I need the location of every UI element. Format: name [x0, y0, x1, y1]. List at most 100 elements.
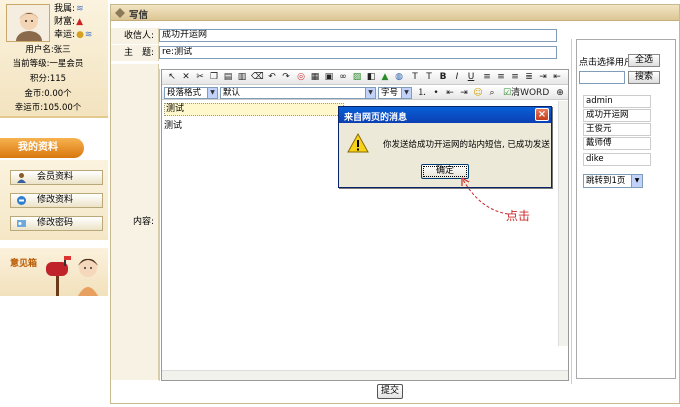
triangle-icon: ▲ [76, 17, 83, 27]
pointer-icon[interactable]: ↖ [166, 71, 178, 83]
cut-icon[interactable]: ✂ [194, 71, 206, 83]
align-left-icon[interactable]: ≡ [481, 71, 493, 83]
align-right-icon[interactable]: ≡ [509, 71, 521, 83]
editor-toolbar-1: ↖ ✕ ✂ ❐ ▤ ▥ ⌫ ↶ ↷ ◎ ▦ ▣ ∞ ▨ ◧ ▲ ◍ T T B … [162, 70, 568, 85]
member-icon [16, 172, 27, 183]
ordered-list-icon[interactable]: ⒈ [416, 87, 428, 99]
edit-profile-label: 修改资料 [37, 195, 74, 205]
unordered-list-icon[interactable]: • [430, 87, 442, 99]
justify-icon[interactable]: ≣ [523, 71, 535, 83]
undo-icon[interactable]: ↶ [266, 71, 278, 83]
subject-label: 主 题: [111, 45, 159, 61]
checkbox-icon: ☑ [503, 88, 512, 98]
form-icon[interactable]: ▣ [323, 71, 335, 83]
select-all-button[interactable]: 全选 [628, 54, 660, 67]
font-color-icon[interactable]: T [409, 71, 421, 83]
horizontal-scrollbar[interactable] [162, 370, 568, 380]
submit-button[interactable]: 提交 [377, 384, 403, 399]
user-search-input[interactable] [579, 71, 625, 84]
wave-icon: ≋ [76, 4, 84, 14]
edit-profile-button[interactable]: 修改资料 [10, 193, 103, 208]
member-level: 当前等级:一星会员 [12, 59, 84, 69]
stat-line-1: 我属:≋ [54, 4, 84, 14]
member-info-button[interactable]: 会员资料 [10, 170, 103, 185]
user-item[interactable]: 成功开运网 [583, 109, 651, 122]
content-label: 内容: [111, 64, 159, 380]
delete-icon[interactable]: ✕ [180, 71, 192, 83]
clear-word-button[interactable]: ☑清WORD [502, 87, 549, 99]
user-item[interactable]: dike [583, 153, 651, 166]
editor-text-line: 测试 [164, 121, 183, 131]
stat-line-3: 幸运:●≋ [54, 30, 93, 40]
eraser-icon[interactable]: ⌫ [250, 71, 264, 83]
dialog-titlebar[interactable]: 来自网页的消息 × [339, 107, 551, 123]
profile-menu: 会员资料 修改资料 修改密码 [0, 160, 108, 240]
annotation-text: 点击 [506, 209, 531, 223]
user-card: 我属:≋ 财富:▲ 幸运:●≋ 用户名:张三 当前等级:一星会员 积分:115 … [0, 0, 108, 118]
font-name-select[interactable]: 默认 ▼ [220, 87, 376, 99]
stat-label: 幸运 [54, 30, 73, 40]
gallery-icon[interactable]: ◍ [393, 71, 405, 83]
vertical-scrollbar[interactable] [558, 101, 568, 346]
table-icon[interactable]: ▦ [309, 71, 321, 83]
user-item[interactable]: admin [583, 95, 651, 108]
user-item[interactable]: 戴师傅 [583, 137, 651, 150]
recipient-field[interactable]: 成功开运网 [159, 29, 557, 42]
editor-toolbar-2: 段落格式 ▼ 默认 ▼ 字号 ▼ ⒈ • ⇤ ⇥ ☺ ⌕ ☑清WORD ⊕ [162, 86, 568, 100]
chevron-down-icon: ▼ [631, 175, 642, 187]
annotation-arrow [461, 177, 509, 215]
italic-icon[interactable]: I [451, 71, 463, 83]
key-icon [16, 218, 27, 229]
dialog-title: 来自网页的消息 [344, 113, 408, 123]
paste-text-icon[interactable]: ▥ [236, 71, 248, 83]
main-panel: 写信 收信人: 成功开运网 主 题: re:测试 内容: ↖ ✕ ✂ ❐ ▤ ▥… [110, 4, 680, 404]
page-title: 写信 [129, 10, 149, 21]
special-char-icon[interactable]: ◎ [295, 71, 307, 83]
suggestion-box[interactable]: 意见箱 [0, 248, 108, 296]
increase-indent-icon[interactable]: ⇥ [458, 87, 470, 99]
panel-header: 写信 [111, 5, 679, 21]
clear-word-label: 清WORD [511, 88, 550, 98]
underline-icon[interactable]: U [465, 71, 477, 83]
page-jump-select[interactable]: 跳转到1页 ▼ [583, 174, 643, 188]
media-icon[interactable]: ▲ [379, 71, 391, 83]
editor-text-line: 测试 [164, 103, 344, 116]
expand-icon[interactable]: ⊕ [554, 87, 566, 99]
choose-user-label: 点击选择用户 [579, 58, 634, 68]
bg-color-icon[interactable]: T [423, 71, 435, 83]
link-icon[interactable]: ∞ [337, 71, 349, 83]
image-icon[interactable]: ▨ [351, 71, 363, 83]
paragraph-format-select[interactable]: 段落格式 ▼ [164, 87, 218, 99]
font-name-value: 默认 [223, 88, 241, 98]
stat-line-2: 财富:▲ [54, 17, 83, 27]
warning-icon [347, 132, 369, 153]
outdent-icon[interactable]: ⇤ [551, 71, 563, 83]
user-item[interactable]: 王俊元 [583, 123, 651, 136]
copy-icon[interactable]: ❐ [208, 71, 220, 83]
alert-dialog: 来自网页的消息 × 你发送给成功开运网的站内短信, 已成功发送 确定 [338, 106, 552, 188]
page-jump-value: 跳转到1页 [586, 176, 626, 186]
search-button[interactable]: 搜索 [628, 71, 660, 84]
chevron-down-icon: ▼ [365, 88, 375, 98]
paste-icon[interactable]: ▤ [222, 71, 234, 83]
bold-icon[interactable]: B [437, 71, 449, 83]
emoticon-icon[interactable]: ☺ [472, 87, 484, 99]
stat-label: 我属 [54, 4, 73, 14]
subject-field[interactable]: re:测试 [159, 46, 557, 59]
decrease-indent-icon[interactable]: ⇤ [444, 87, 456, 99]
align-center-icon[interactable]: ≡ [495, 71, 507, 83]
recipient-label: 收信人: [111, 28, 159, 44]
luck-coins: 幸运币:105.00个 [14, 103, 82, 113]
edit-icon [16, 195, 27, 206]
flash-icon[interactable]: ◧ [365, 71, 377, 83]
gold-coins: 金币:0.00个 [24, 89, 72, 99]
dialog-message: 你发送给成功开运网的站内短信, 已成功发送 [383, 140, 550, 150]
font-size-select[interactable]: 字号 ▼ [378, 87, 412, 99]
wave-icon: ≋ [84, 30, 93, 40]
change-password-button[interactable]: 修改密码 [10, 216, 103, 231]
close-button[interactable]: × [535, 108, 549, 121]
redo-icon[interactable]: ↷ [280, 71, 292, 83]
indent-icon[interactable]: ⇥ [537, 71, 549, 83]
find-icon[interactable]: ⌕ [486, 87, 498, 99]
suggestion-box-label: 意见箱 [10, 259, 38, 269]
